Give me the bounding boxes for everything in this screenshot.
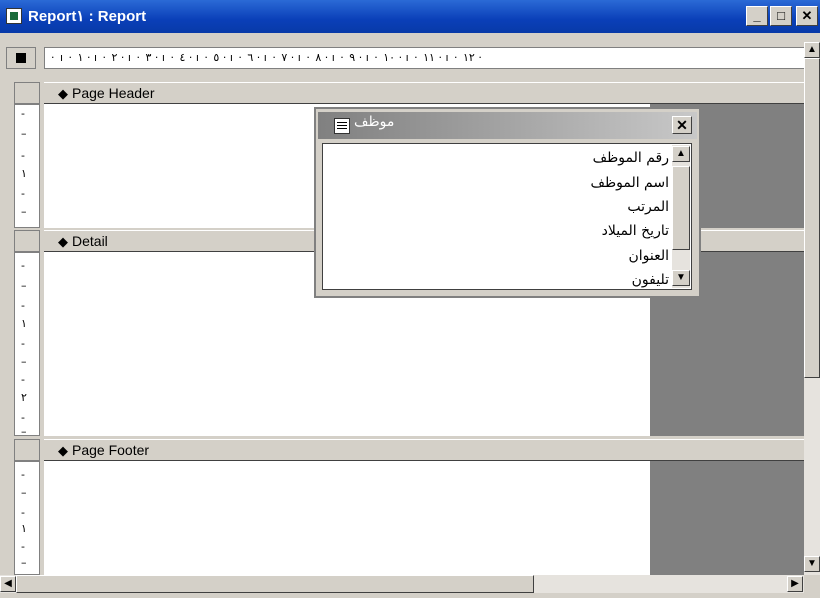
page-header-label: Page Header	[72, 85, 155, 101]
scroll-right-icon[interactable]: ▶	[787, 576, 803, 592]
ruler-mark-2: ٢	[21, 391, 27, 404]
ruler-mark-1: ١	[21, 522, 27, 535]
page-footer-selector[interactable]	[14, 439, 40, 461]
field-item[interactable]: رقم الموظف	[593, 150, 669, 166]
field-item[interactable]: المرتب	[627, 199, 669, 215]
field-scroll-down-icon[interactable]: ▼	[672, 270, 690, 286]
minimize-button[interactable]: _	[746, 6, 768, 26]
window-title: Report١ : Report	[28, 8, 147, 25]
field-list-title: موظف	[354, 114, 395, 130]
field-list-close-button[interactable]: ✕	[672, 116, 692, 134]
section-arrow-icon: ◆	[58, 234, 68, 249]
field-list-icon	[334, 118, 350, 134]
vertical-ruler-detail[interactable]: - – -١- – -٢- –	[14, 252, 40, 438]
field-item[interactable]: تليفون	[632, 272, 669, 288]
scroll-left-icon[interactable]: ◀	[0, 576, 16, 592]
horizontal-scroll-thumb[interactable]	[16, 575, 534, 593]
close-button[interactable]: ✕	[796, 6, 818, 26]
page-header-selector[interactable]	[14, 82, 40, 104]
report-selector-button[interactable]	[6, 47, 36, 69]
section-arrow-icon: ◆	[58, 86, 68, 101]
report-icon[interactable]	[6, 8, 22, 24]
maximize-button[interactable]: □	[770, 6, 792, 26]
detail-label: Detail	[72, 233, 108, 249]
vertical-ruler-page-header[interactable]: - – -١- –	[14, 104, 40, 228]
field-item[interactable]: اسم الموظف	[590, 175, 669, 191]
scroll-up-icon[interactable]: ▲	[804, 42, 820, 58]
horizontal-ruler[interactable]: · ı · ١ · ı · ٢ · ı · ٣ · ı · ٤ · ı · ٥ …	[44, 47, 807, 69]
page-footer-label: Page Footer	[72, 442, 150, 458]
page-footer-surface[interactable]	[44, 461, 650, 575]
vertical-scroll-thumb[interactable]	[804, 58, 820, 378]
vertical-ruler-page-footer[interactable]: - – -١- –	[14, 461, 40, 575]
field-item[interactable]: العنوان	[628, 248, 669, 264]
ruler-mark-1: ١	[21, 167, 27, 180]
detail-selector[interactable]	[14, 230, 40, 252]
page-footer-outside	[650, 461, 804, 575]
ruler-mark-1: ١	[21, 317, 27, 330]
page-header-bar[interactable]: ◆ Page Header	[44, 82, 807, 104]
page-footer-bar[interactable]: ◆ Page Footer	[44, 439, 807, 461]
section-arrow-icon: ◆	[58, 443, 68, 458]
field-scroll-up-icon[interactable]: ▲	[672, 146, 690, 162]
field-list-scroll-thumb[interactable]	[672, 166, 690, 250]
field-item[interactable]: تاريخ الميلاد	[602, 223, 669, 239]
scroll-down-icon[interactable]: ▼	[804, 556, 820, 572]
